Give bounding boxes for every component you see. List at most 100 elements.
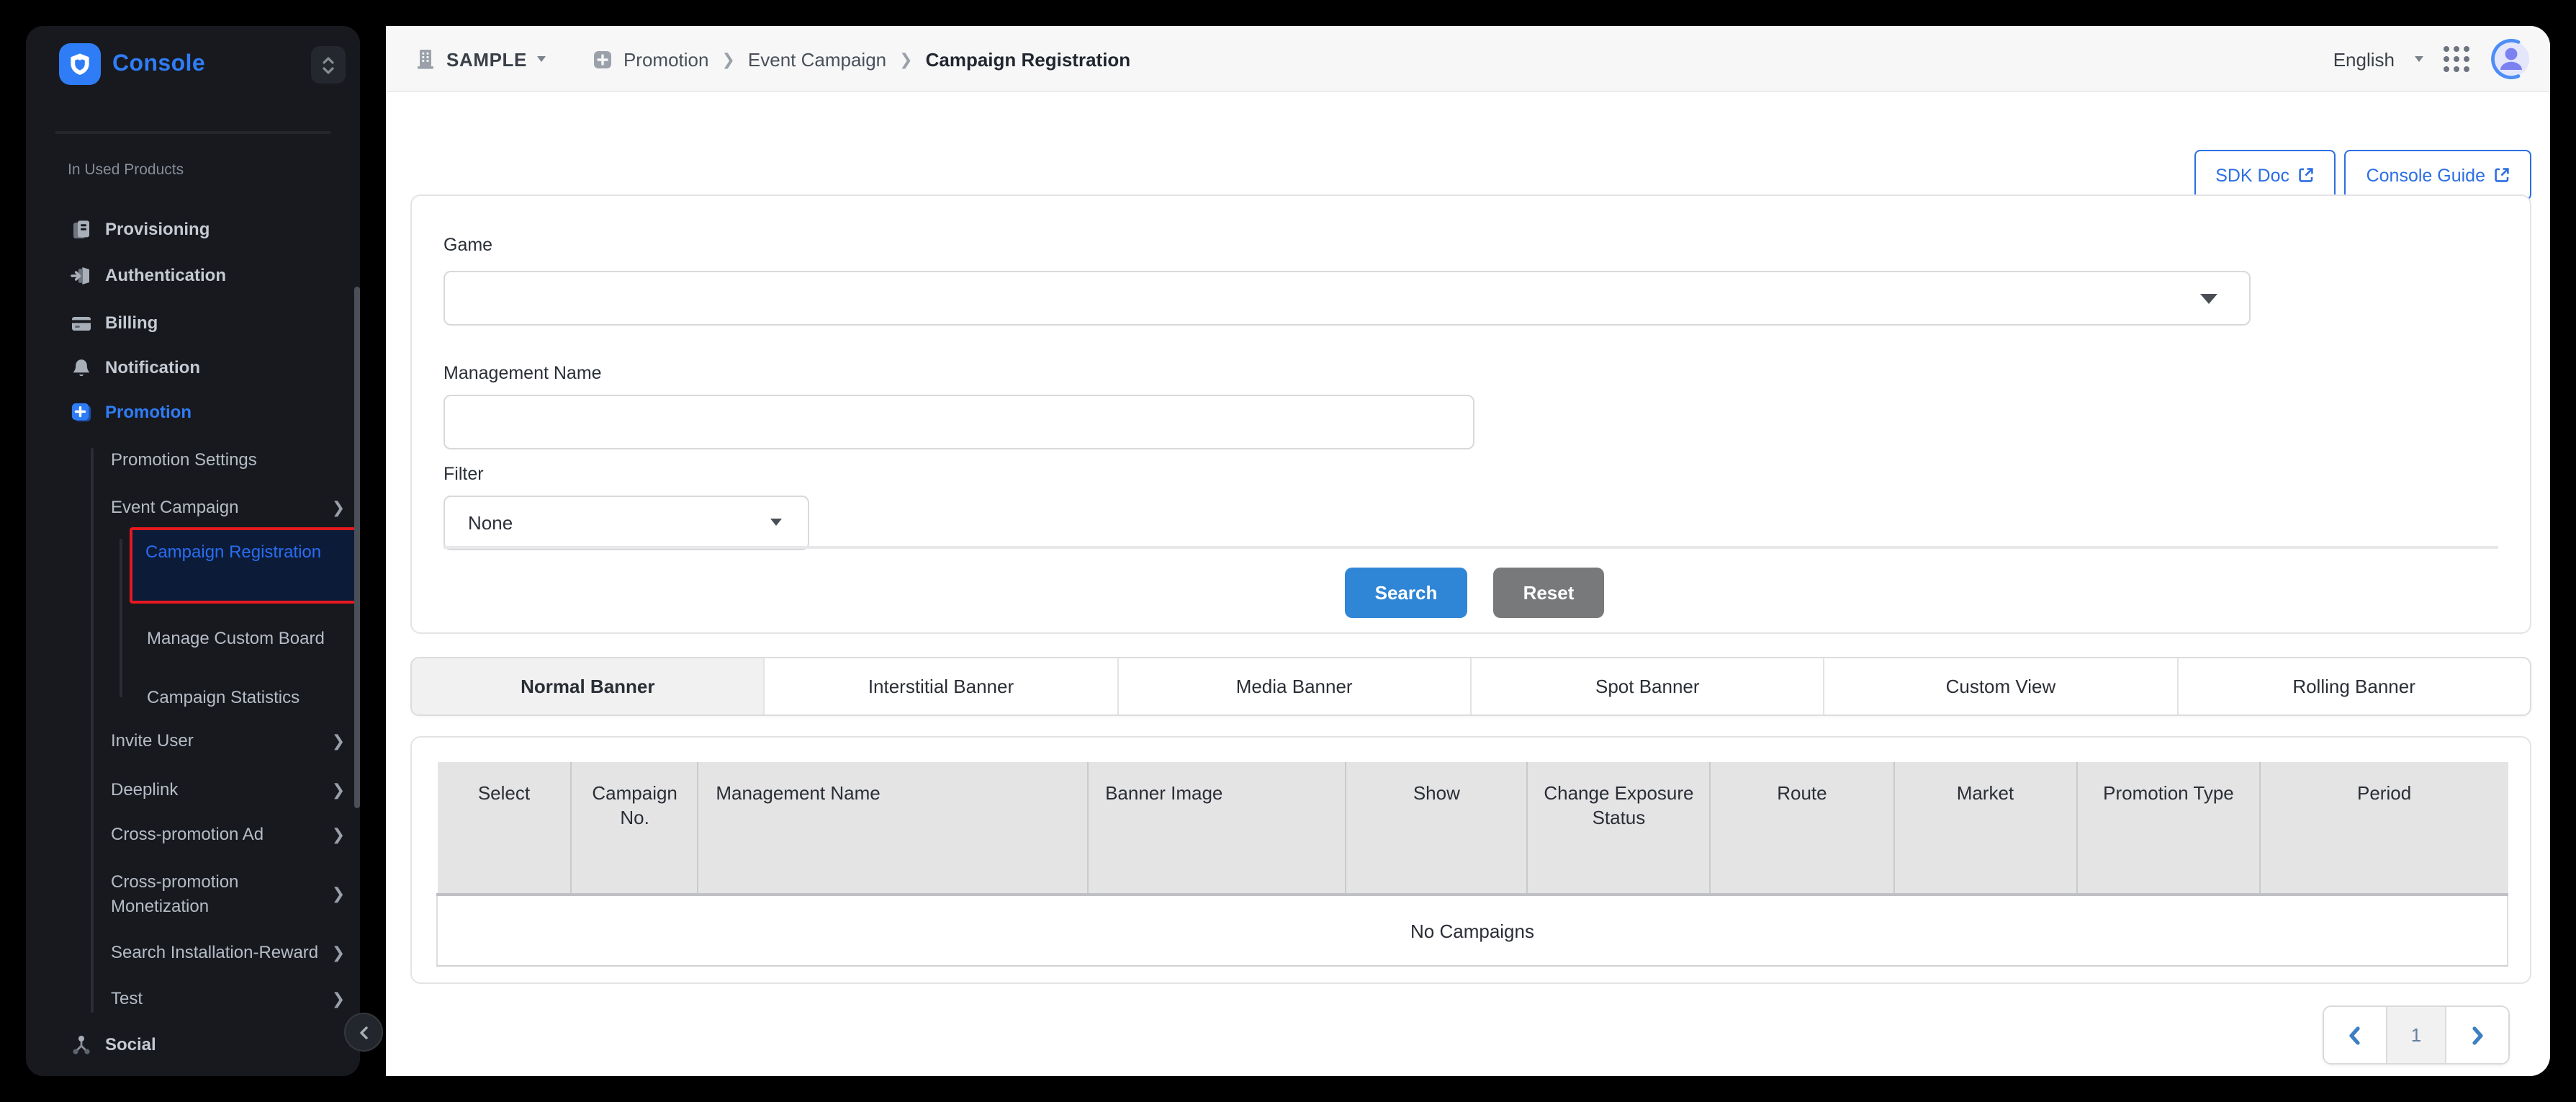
chevron-down-icon	[2200, 294, 2217, 304]
filter-card: Game Management Name Filter None Search …	[410, 194, 2531, 634]
sdk-doc-button[interactable]: SDK Doc	[2194, 150, 2336, 200]
filter-select[interactable]: None	[443, 496, 809, 550]
sidebar-header: Console	[26, 26, 360, 107]
chevron-right-icon: ❯	[331, 732, 346, 751]
sidebar-item-label: Promotion Settings	[111, 449, 257, 470]
topbar-right: English	[2333, 26, 2533, 92]
sidebar-item-label: Campaign Statistics	[147, 687, 300, 707]
apps-grid-icon[interactable]	[2444, 46, 2469, 72]
authentication-icon	[71, 264, 92, 286]
external-link-icon	[2298, 167, 2314, 183]
sidebar-item-label: Campaign Registration	[145, 539, 325, 567]
console-guide-label: Console Guide	[2366, 165, 2485, 185]
management-name-input[interactable]	[443, 395, 1474, 449]
avatar[interactable]	[2490, 37, 2533, 81]
pagination: 1	[2323, 1005, 2510, 1065]
sidebar-item-promotion[interactable]: Promotion	[71, 395, 192, 429]
col-market: Market	[1893, 762, 2077, 895]
sidebar-item-promotion-settings[interactable]: Promotion Settings	[111, 442, 348, 477]
sidebar-item-test[interactable]: Test	[111, 981, 348, 1016]
col-promotion-type: Promotion Type	[2077, 762, 2261, 895]
col-campaign-no: Campaign No.	[572, 762, 698, 895]
chevron-down-icon[interactable]	[2415, 56, 2423, 62]
breadcrumb-promotion[interactable]: Promotion	[623, 48, 709, 70]
sidebar-item-campaign-statistics[interactable]: Campaign Statistics	[147, 680, 327, 714]
tab-spot-banner[interactable]: Spot Banner	[1472, 658, 1825, 714]
tab-media-banner[interactable]: Media Banner	[1118, 658, 1472, 714]
sidebar-scrollbar[interactable]	[354, 287, 360, 808]
form-divider	[443, 546, 2498, 548]
game-select[interactable]	[443, 271, 2251, 326]
nav-indent-guide	[91, 448, 94, 1013]
breadcrumb: SAMPLE Promotion ❯ Event Campaign ❯ Camp…	[415, 26, 1130, 92]
sidebar-item-label: Billing	[105, 313, 158, 333]
sidebar-collapse-toggle[interactable]	[311, 46, 346, 84]
sidebar-item-label: Cross-promotion Ad	[111, 824, 264, 844]
next-page-button[interactable]	[2446, 1007, 2508, 1063]
sidebar-item-customer-service[interactable]: Customer Service	[71, 1072, 252, 1076]
sidebar-item-search-installation-reward[interactable]: Search Installation-Reward	[111, 935, 348, 969]
chevron-down-icon	[770, 519, 782, 526]
table-header-row: Select Campaign No. Management Name Bann…	[437, 762, 2508, 895]
sidebar-item-social[interactable]: Social	[71, 1027, 156, 1062]
sidebar-section-label: In Used Products	[68, 161, 184, 179]
chevron-down-icon[interactable]	[537, 56, 546, 62]
sidebar-item-cross-promotion-ad[interactable]: Cross-promotion Ad	[111, 817, 348, 851]
chevron-right-icon: ❯	[331, 884, 346, 903]
chevron-right-icon: ❯	[331, 498, 346, 517]
sidebar-item-invite-user[interactable]: Invite User	[111, 723, 348, 758]
banner-tabs: Normal Banner Interstitial Banner Media …	[410, 657, 2531, 716]
current-page[interactable]: 1	[2386, 1007, 2446, 1063]
sidebar-item-manage-custom-board[interactable]: Manage Custom Board	[147, 611, 327, 666]
tab-custom-view[interactable]: Custom View	[1825, 658, 2179, 714]
sdk-doc-label: SDK Doc	[2215, 165, 2289, 185]
col-route: Route	[1711, 762, 1894, 895]
prev-page-button[interactable]	[2324, 1007, 2386, 1063]
sidebar-item-label: Search Installation-Reward	[111, 942, 318, 962]
sidebar-item-authentication[interactable]: Authentication	[71, 258, 226, 292]
tab-normal-banner[interactable]: Normal Banner	[412, 658, 765, 714]
breadcrumb-event-campaign[interactable]: Event Campaign	[748, 48, 886, 70]
sidebar: Console In Used Products Provisioning	[26, 26, 360, 1076]
console-logo-icon	[59, 43, 101, 85]
topbar: SAMPLE Promotion ❯ Event Campaign ❯ Camp…	[386, 26, 2550, 92]
chevron-right-icon: ❯	[331, 944, 346, 962]
reset-button[interactable]: Reset	[1493, 568, 1604, 618]
console-logo-text: Console	[112, 52, 205, 78]
billing-icon	[71, 312, 92, 333]
nav-indent-guide	[120, 539, 122, 697]
col-period: Period	[2260, 762, 2508, 895]
sidebar-collapse-button[interactable]	[344, 1013, 383, 1052]
col-show: Show	[1346, 762, 1528, 895]
sidebar-item-event-campaign[interactable]: Event Campaign	[111, 490, 348, 524]
search-button[interactable]: Search	[1345, 568, 1467, 618]
building-icon	[415, 48, 436, 71]
sidebar-item-provisioning[interactable]: Provisioning	[71, 212, 210, 246]
console-app: Console In Used Products Provisioning	[0, 0, 2576, 1102]
sidebar-item-label: Test	[111, 988, 143, 1008]
chevron-right-icon	[2468, 1023, 2487, 1047]
breadcrumb-campaign-registration: Campaign Registration	[926, 48, 1131, 70]
sidebar-item-label: Authentication	[105, 265, 226, 285]
game-label: Game	[443, 235, 492, 255]
sidebar-item-deeplink[interactable]: Deeplink	[111, 772, 348, 807]
campaign-table-card: Select Campaign No. Management Name Bann…	[410, 736, 2531, 984]
language-selector[interactable]: English	[2333, 48, 2395, 70]
chevron-right-icon: ❯	[331, 781, 346, 799]
sidebar-item-label: Provisioning	[105, 219, 210, 239]
sidebar-item-label: Deeplink	[111, 779, 178, 799]
sidebar-item-billing[interactable]: Billing	[71, 305, 158, 340]
sidebar-item-cross-promotion-monetization[interactable]: Cross-promotion Monetization	[111, 867, 310, 922]
sidebar-item-notification[interactable]: Notification	[71, 350, 200, 385]
tab-rolling-banner[interactable]: Rolling Banner	[2178, 658, 2530, 714]
filter-label: Filter	[443, 464, 484, 484]
console-guide-button[interactable]: Console Guide	[2345, 150, 2531, 200]
sidebar-item-label: Notification	[105, 357, 200, 377]
breadcrumb-separator: ❯	[896, 50, 915, 68]
tab-interstitial-banner[interactable]: Interstitial Banner	[765, 658, 1119, 714]
chevron-right-icon: ❯	[331, 990, 346, 1008]
main-panel: SAMPLE Promotion ❯ Event Campaign ❯ Camp…	[386, 26, 2550, 1076]
sidebar-item-label: Manage Custom Board	[147, 625, 325, 652]
org-selector[interactable]: SAMPLE	[446, 48, 527, 70]
sidebar-item-campaign-registration[interactable]: Campaign Registration	[130, 527, 360, 604]
